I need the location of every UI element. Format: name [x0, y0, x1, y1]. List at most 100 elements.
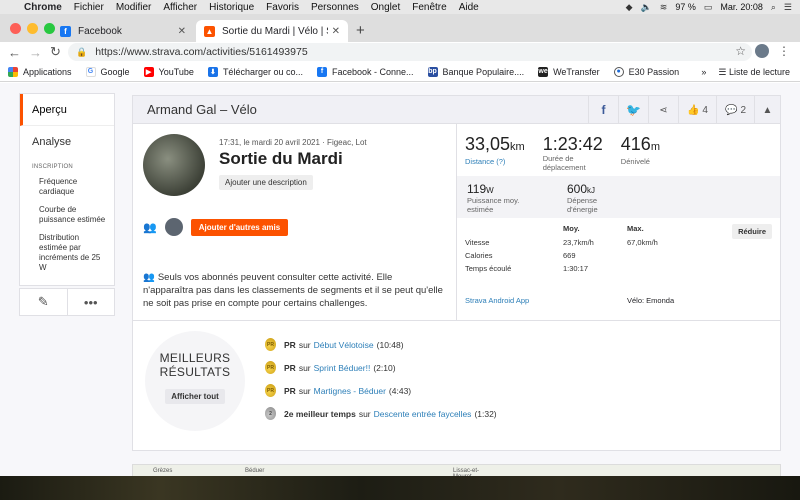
- kudos-count: 4: [702, 104, 708, 116]
- volume-icon[interactable]: 🔈: [641, 2, 652, 13]
- search-icon[interactable]: ⌕: [771, 2, 776, 13]
- row-avg: 23,7km/h: [563, 238, 594, 247]
- share-icon[interactable]: ⋖: [647, 96, 678, 124]
- elevation-unit: m: [650, 141, 660, 153]
- pr-label: PR: [284, 362, 296, 373]
- close-tab-icon[interactable]: ✕: [332, 26, 340, 37]
- kudos-button[interactable]: 👍 4: [677, 96, 716, 124]
- menu-item-tab[interactable]: Onglet: [371, 2, 400, 13]
- bookmark-star-icon[interactable]: ☆: [735, 44, 746, 58]
- reading-list-button[interactable]: ☰ Liste de lecture: [718, 67, 790, 78]
- new-tab-button[interactable]: +: [356, 22, 365, 39]
- minimize-window-button[interactable]: [27, 23, 38, 34]
- sidenav-power-curve[interactable]: Courbe de puissance estimée: [20, 202, 114, 230]
- menu-item-view[interactable]: Afficher: [163, 2, 197, 13]
- segment-link[interactable]: Sprint Béduer!!: [314, 363, 371, 373]
- list-item: 2 2e meilleur temps sur Descente entrée …: [265, 402, 497, 425]
- bookmark-label: Banque Populaire....: [442, 66, 525, 77]
- edit-pencil-icon[interactable]: ✎: [20, 289, 67, 315]
- pr-time: (10:48): [376, 339, 404, 350]
- reduce-button[interactable]: Réduire: [732, 224, 772, 239]
- row-label: Calories: [465, 251, 493, 260]
- wifi-icon[interactable]: ≋: [660, 2, 668, 13]
- comments-button[interactable]: 💬 2: [715, 96, 754, 124]
- segment-link[interactable]: Martignes - Béduer: [314, 386, 386, 396]
- bookmark-facebook[interactable]: f Facebook - Conne...: [316, 66, 414, 77]
- browser-toolbar: ← → ↻ 🔒 https://www.strava.com/activitie…: [0, 42, 800, 62]
- strava-icon: ▲: [204, 25, 215, 37]
- comment-icon: 💬: [724, 104, 738, 116]
- desktop-wallpaper-strip: [0, 476, 800, 500]
- collapse-chevron-icon[interactable]: ▲: [754, 96, 780, 124]
- bookmark-youtube[interactable]: ▶ YouTube: [143, 66, 194, 77]
- forward-arrow-icon[interactable]: →: [29, 45, 42, 60]
- dropbox-icon[interactable]: ◆: [626, 2, 633, 13]
- app-menu[interactable]: Chrome: [24, 2, 62, 13]
- friend-avatar[interactable]: [164, 218, 183, 236]
- segment-link[interactable]: Début Vélotoise: [314, 340, 374, 350]
- lock-icon[interactable]: 🔒: [76, 47, 87, 58]
- more-bookmarks-button[interactable]: »: [701, 67, 706, 77]
- bank-icon: bp: [427, 66, 438, 77]
- group-icon: 👥: [143, 221, 157, 234]
- toolbar-right: ⋮: [755, 44, 790, 58]
- primary-stats: 33,05km Distance (?) 1:23:42 Durée de dé…: [465, 134, 660, 172]
- bookmark-label: Google: [100, 66, 130, 77]
- power-value: 119: [467, 182, 487, 196]
- device-app-link[interactable]: Strava Android App: [465, 296, 627, 305]
- google-icon: G: [85, 66, 96, 77]
- back-arrow-icon[interactable]: ←: [8, 45, 21, 60]
- bookmark-apps[interactable]: Applications: [8, 66, 72, 77]
- sidenav-power-distribution[interactable]: Distribution estimée par incréments de 2…: [20, 230, 114, 285]
- close-tab-icon[interactable]: ✕: [178, 26, 186, 37]
- apps-grid-icon: [8, 66, 18, 77]
- menu-item-people[interactable]: Personnes: [311, 2, 359, 13]
- menubar-clock[interactable]: Mar. 20:08: [720, 2, 763, 12]
- distance-value: 33,05: [465, 134, 511, 154]
- more-options-icon[interactable]: •••: [66, 289, 115, 315]
- menu-item-file[interactable]: Fichier: [74, 2, 104, 13]
- pr-on: sur: [298, 362, 311, 373]
- profile-avatar[interactable]: [755, 44, 769, 58]
- distance-label[interactable]: Distance (?): [465, 157, 525, 166]
- menu-item-history[interactable]: Historique: [209, 2, 254, 13]
- athlete-avatar[interactable]: [143, 134, 205, 196]
- menu-item-bookmarks[interactable]: Favoris: [266, 2, 299, 13]
- battery-icon[interactable]: ▭: [704, 2, 713, 13]
- menu-item-help[interactable]: Aide: [459, 2, 479, 13]
- more-menu-icon[interactable]: ⋮: [778, 44, 790, 58]
- table-row: Temps écoulé 1:30:17: [465, 262, 773, 275]
- menu-item-window[interactable]: Fenêtre: [412, 2, 446, 13]
- show-all-button[interactable]: Afficher tout: [165, 389, 225, 404]
- tab-strava[interactable]: ▲ Sortie du Mardi | Vélo | Strava ✕: [196, 20, 348, 42]
- url-text[interactable]: https://www.strava.com/activities/516149…: [95, 46, 307, 58]
- bookmark-wetransfer[interactable]: we WeTransfer: [538, 66, 600, 77]
- reading-list-icon: ☰: [718, 66, 729, 77]
- segment-link[interactable]: Descente entrée faycelles: [374, 409, 472, 419]
- bookmark-banque-populaire[interactable]: bp Banque Populaire....: [427, 66, 525, 77]
- menu-item-edit[interactable]: Modifier: [116, 2, 152, 13]
- reading-list-label: Liste de lecture: [728, 66, 790, 77]
- reload-icon[interactable]: ↻: [50, 44, 61, 60]
- add-friends-button[interactable]: Ajouter d'autres amis: [190, 218, 289, 236]
- close-window-button[interactable]: [10, 23, 21, 34]
- sidenav-overview[interactable]: Aperçu: [20, 94, 114, 126]
- bookmark-e30-passion[interactable]: ● E30 Passion: [613, 66, 679, 77]
- sidenav-analysis[interactable]: Analyse: [20, 126, 114, 158]
- sidenav-caption: INSCRIPTION: [32, 164, 73, 170]
- sidenav-heart-rate[interactable]: Fréquence cardiaque: [20, 174, 114, 202]
- best-results-section: MEILLEURS RÉSULTATS Afficher tout PR PR …: [133, 320, 780, 450]
- stat-energy: 600kJ Dépense d'énergie: [567, 182, 617, 214]
- address-bar[interactable]: 🔒 https://www.strava.com/activities/5161…: [68, 43, 752, 61]
- control-center-icon[interactable]: ☰: [784, 2, 792, 13]
- bookmarks-bar: Applications G Google ▶ YouTube ⬇ Télécharg…: [0, 62, 800, 82]
- tab-title: Facebook: [78, 25, 122, 37]
- row-max: 67,0km/h: [627, 238, 658, 247]
- add-description-button[interactable]: Ajouter une description: [219, 175, 313, 190]
- bookmark-download[interactable]: ⬇ Télécharger ou co...: [207, 66, 303, 77]
- bookmark-google[interactable]: G Google: [85, 66, 130, 77]
- tab-facebook[interactable]: f Facebook ✕: [52, 20, 194, 42]
- share-twitter-icon[interactable]: 🐦: [617, 96, 648, 124]
- share-facebook-icon[interactable]: f: [587, 96, 618, 124]
- macos-menubar: Chrome Fichier Modifier Afficher Histori…: [0, 0, 800, 14]
